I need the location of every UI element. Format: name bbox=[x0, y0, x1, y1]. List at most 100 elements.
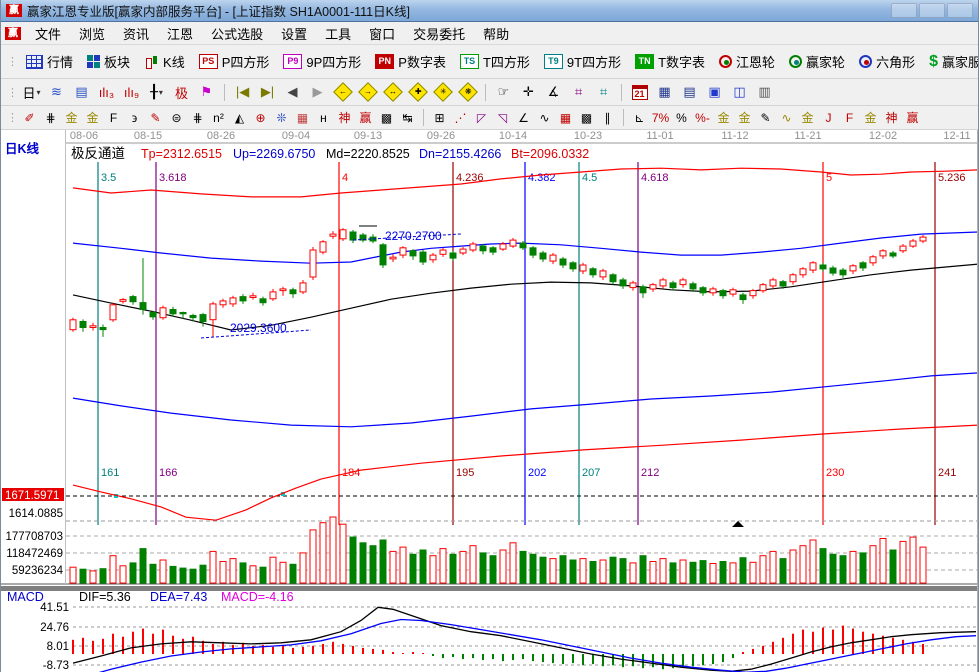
print-button[interactable]: ▥ bbox=[752, 82, 777, 103]
red-grid-button[interactable]: ▦ bbox=[555, 108, 576, 127]
shen-angle-button[interactable]: 神 bbox=[881, 108, 902, 127]
gold-level-button[interactable]: 金 bbox=[734, 108, 755, 127]
period-day-button[interactable]: 日▾ bbox=[19, 82, 44, 103]
expand-h-button[interactable]: ↔ bbox=[380, 82, 405, 103]
shift-right-button[interactable]: → bbox=[355, 82, 380, 103]
gann-grid-purple-button[interactable]: ⌗ bbox=[566, 82, 591, 103]
toolbar-t-number-table-button[interactable]: TNT数字表 bbox=[628, 50, 712, 73]
grid-button[interactable]: ▩ bbox=[376, 108, 397, 127]
gold-wave-button[interactable]: ∿ bbox=[776, 108, 797, 127]
percent-line-button[interactable]: %- bbox=[692, 108, 713, 127]
jifan-channel-button[interactable]: 极 bbox=[169, 82, 194, 103]
menu-江恩[interactable]: 江恩 bbox=[158, 22, 202, 45]
cycle-circle-button[interactable]: ⊜ bbox=[166, 108, 187, 127]
gold-circle-button[interactable]: 金 bbox=[713, 108, 734, 127]
toolbar-p-number-table-button[interactable]: PNP数字表 bbox=[368, 50, 453, 73]
drag-hand-button[interactable]: ☞ bbox=[491, 82, 516, 103]
calendar-button[interactable]: 21 bbox=[627, 82, 652, 103]
span-arrows-button[interactable]: ↹ bbox=[397, 108, 418, 127]
fib-ruler-button[interactable]: F bbox=[103, 108, 124, 127]
shen-ruler-button[interactable]: 神 bbox=[334, 108, 355, 127]
toolbar-winner-service-button[interactable]: $赢家服务 bbox=[922, 50, 979, 73]
fan-lines-button[interactable]: ⋰ bbox=[450, 108, 471, 127]
fan-box-1-button[interactable]: ◸ bbox=[471, 108, 492, 127]
zoom-fit-button[interactable]: ✳ bbox=[430, 82, 455, 103]
nav-prev-button[interactable]: ◀ bbox=[280, 82, 305, 103]
pane-divider[interactable] bbox=[1, 586, 978, 591]
minutes-9-button[interactable]: ılı₉ bbox=[119, 82, 144, 103]
menu-浏览[interactable]: 浏览 bbox=[70, 22, 114, 45]
toolbar-market-quotes-button[interactable]: 行情 bbox=[19, 50, 80, 73]
menu-窗口[interactable]: 窗口 bbox=[360, 22, 404, 45]
export-button[interactable]: ◫ bbox=[727, 82, 752, 103]
menu-文件[interactable]: 文件 bbox=[26, 22, 70, 45]
black-grid-button[interactable]: ▩ bbox=[576, 108, 597, 127]
stock-filter-button[interactable]: ⚑ bbox=[194, 82, 219, 103]
draw-pencil-button[interactable]: ✐ bbox=[19, 108, 40, 127]
menu-公式选股[interactable]: 公式选股 bbox=[202, 22, 272, 45]
maximize-button[interactable] bbox=[919, 3, 945, 18]
toolbar-hexagon-button[interactable]: 六角形 bbox=[852, 50, 922, 73]
candle-style-button[interactable]: ╂▾ bbox=[144, 82, 169, 103]
wave-line-button[interactable]: ∿ bbox=[534, 108, 555, 127]
fan-box-2-button[interactable]: ◹ bbox=[492, 108, 513, 127]
parallel-lines-button[interactable]: ∥ bbox=[597, 108, 618, 127]
protractor-button[interactable]: ◭ bbox=[229, 108, 250, 127]
square-number-button[interactable]: n² bbox=[208, 108, 229, 127]
menu-工具[interactable]: 工具 bbox=[316, 22, 360, 45]
nav-last-button[interactable]: ▶| bbox=[255, 82, 280, 103]
win-angle-button[interactable]: 赢 bbox=[902, 108, 923, 127]
toolbar-t-square-button[interactable]: TST四方形 bbox=[453, 50, 537, 73]
menu-交易委托[interactable]: 交易委托 bbox=[404, 22, 474, 45]
win-ruler-button[interactable]: 赢 bbox=[355, 108, 376, 127]
wave-tool-button[interactable]: ≋ bbox=[44, 82, 69, 103]
compass-pencil-button[interactable]: ✎ bbox=[145, 108, 166, 127]
percent-button[interactable]: % bbox=[671, 108, 692, 127]
percent-7-button[interactable]: 7% bbox=[650, 108, 671, 127]
j-angle-button[interactable]: J bbox=[818, 108, 839, 127]
shift-left-button[interactable]: ← bbox=[330, 82, 355, 103]
angle-measure-button[interactable]: ∡ bbox=[541, 82, 566, 103]
save-button[interactable]: ▣ bbox=[702, 82, 727, 103]
toolbar-winner-wheel-button[interactable]: 赢家轮 bbox=[782, 50, 852, 73]
gann-box-button[interactable]: ▦ bbox=[292, 108, 313, 127]
save-button-icon: ▣ bbox=[708, 84, 720, 100]
star-lines-button[interactable]: ❊ bbox=[271, 108, 292, 127]
report-button[interactable]: ▤ bbox=[69, 82, 94, 103]
k-mark-button[interactable]: ʜ bbox=[313, 108, 334, 127]
menu-帮助[interactable]: 帮助 bbox=[474, 22, 518, 45]
toolbar-sectors-button[interactable]: 板块 bbox=[80, 50, 137, 73]
pencil-chart-button[interactable]: ✎ bbox=[755, 108, 776, 127]
crosshair-button[interactable]: ✛ bbox=[516, 82, 541, 103]
close-button[interactable] bbox=[947, 3, 973, 18]
minutes-3-button[interactable]: ılı₃ bbox=[94, 82, 119, 103]
time-ruler-button[interactable]: ⋕ bbox=[187, 108, 208, 127]
menu-资讯[interactable]: 资讯 bbox=[114, 22, 158, 45]
calculator-button[interactable]: ▦ bbox=[652, 82, 677, 103]
measure-angle-button[interactable]: ⊾ bbox=[629, 108, 650, 127]
toolbar-9p-square-button[interactable]: P99P四方形 bbox=[276, 50, 368, 73]
nav-next-button[interactable]: ▶ bbox=[305, 82, 330, 103]
angle-lines-button[interactable]: ∠ bbox=[513, 108, 534, 127]
minimize-button[interactable] bbox=[891, 3, 917, 18]
ruler-button[interactable]: ⋕ bbox=[40, 108, 61, 127]
gold-ruler-2-button[interactable]: 金 bbox=[82, 108, 103, 127]
spiral-button[interactable]: ϶ bbox=[124, 108, 145, 127]
toolbar-kline-button[interactable]: K线 bbox=[137, 50, 192, 73]
toolbar-p-square-button[interactable]: PSP四方形 bbox=[192, 50, 277, 73]
gold-ruler-1-button[interactable]: 金 bbox=[61, 108, 82, 127]
circle-cross-button[interactable]: ⊕ bbox=[250, 108, 271, 127]
f-angle-button[interactable]: F bbox=[839, 108, 860, 127]
kline-chart-canvas[interactable]: 08-0608-1508-2609-0409-1309-2610-1410-23… bbox=[1, 130, 978, 672]
zoom-in-button[interactable]: ✚ bbox=[405, 82, 430, 103]
zoom-all-button[interactable]: ❋ bbox=[455, 82, 480, 103]
gold-angle-button[interactable]: 金 bbox=[860, 108, 881, 127]
toolbar-gann-wheel-button[interactable]: 江恩轮 bbox=[712, 50, 782, 73]
memo-button[interactable]: ▤ bbox=[677, 82, 702, 103]
nav-first-button[interactable]: |◀ bbox=[230, 82, 255, 103]
menu-设置[interactable]: 设置 bbox=[272, 22, 316, 45]
toolbar-9t-square-button[interactable]: T99T四方形 bbox=[537, 50, 628, 73]
gold-lines-button[interactable]: 金 bbox=[797, 108, 818, 127]
gann-grid-teal-button[interactable]: ⌗ bbox=[591, 82, 616, 103]
box-tool-button[interactable]: ⊞ bbox=[429, 108, 450, 127]
